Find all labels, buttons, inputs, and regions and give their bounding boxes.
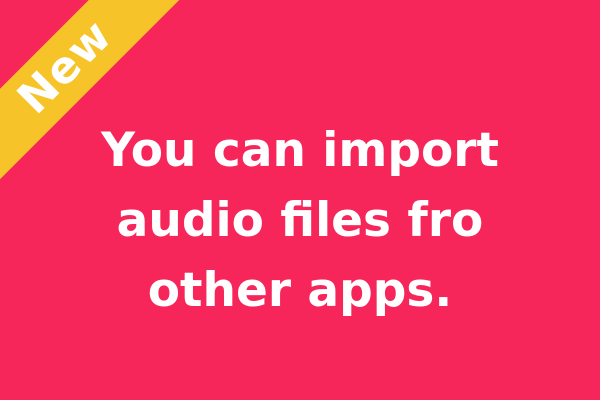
message-line-3: other apps.: [147, 263, 453, 318]
new-badge-label: New: [7, 9, 122, 124]
announcement-card: New You can import audio files fro other…: [0, 0, 600, 400]
message-line-1: You can import: [101, 123, 499, 178]
message-line-2: audio files fro: [116, 193, 484, 248]
announcement-message: You can import audio files fro other app…: [0, 116, 600, 326]
